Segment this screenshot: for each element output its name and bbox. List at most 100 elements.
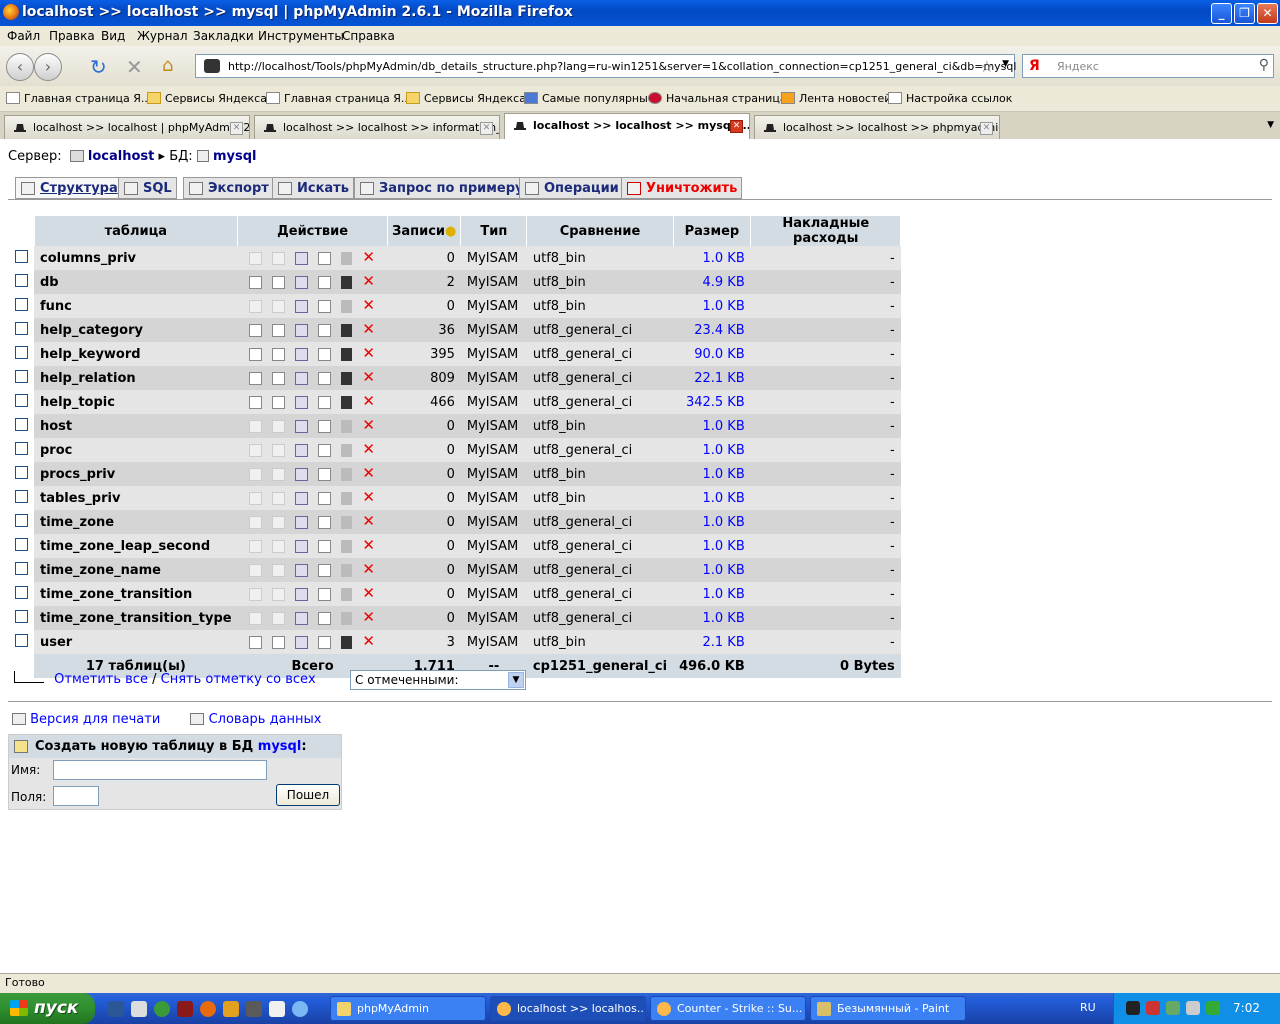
row-checkbox[interactable] [14,609,28,623]
drop-icon[interactable]: ✕ [362,298,376,314]
browse-icon[interactable] [248,491,262,505]
insert-icon[interactable] [317,275,331,289]
language-indicator[interactable]: RU [1080,1001,1096,1014]
drop-icon[interactable]: ✕ [362,274,376,290]
menu-help[interactable]: Справка [342,29,395,43]
structure-icon[interactable] [294,419,308,433]
browser-tab[interactable]: localhost >> localhost | phpMyAdmin 2...… [4,115,250,139]
bookmark-item[interactable]: Начальная страница [648,92,787,105]
browse-icon[interactable] [248,515,262,529]
size-link[interactable]: 1.0 KB [673,582,751,606]
drop-icon[interactable]: ✕ [362,370,376,386]
row-checkbox[interactable] [14,417,28,431]
insert-icon[interactable] [317,587,331,601]
insert-icon[interactable] [317,419,331,433]
row-checkbox[interactable] [14,297,28,311]
row-checkbox-cell[interactable] [8,294,34,318]
insert-icon[interactable] [317,347,331,361]
select-icon[interactable] [271,539,285,553]
insert-icon[interactable] [317,299,331,313]
insert-icon[interactable] [317,467,331,481]
tab-list-icon[interactable]: ▼ [1267,120,1274,130]
select-icon[interactable] [271,443,285,457]
menu-bookmarks[interactable]: Закладки [193,29,254,43]
dropdown-arrow-icon[interactable]: ▼ [1002,59,1009,69]
drop-icon[interactable]: ✕ [362,322,376,338]
size-link[interactable]: 1.0 KB [673,438,751,462]
row-checkbox[interactable] [14,465,28,479]
browser-tab[interactable]: localhost >> localhost >> information_..… [254,115,500,139]
bookmark-item[interactable]: Лента новостей [781,92,891,105]
row-checkbox[interactable] [14,345,28,359]
db-link[interactable]: mysql [213,149,257,164]
insert-icon[interactable] [317,395,331,409]
empty-icon[interactable] [340,515,352,529]
browse-icon[interactable] [248,443,262,457]
structure-icon[interactable] [294,371,308,385]
globe-icon[interactable] [154,1001,170,1017]
browse-icon[interactable] [248,587,262,601]
go-button[interactable]: Пошел [276,784,340,806]
row-checkbox[interactable] [14,561,28,575]
drop-icon[interactable]: ✕ [362,586,376,602]
search-icon[interactable]: ⚲ [1259,57,1269,73]
row-checkbox[interactable] [14,633,28,647]
select-icon[interactable] [271,299,285,313]
table-name-input[interactable] [53,760,267,780]
size-link[interactable]: 1.0 KB [673,606,751,630]
browse-icon[interactable] [248,395,262,409]
tab-close-icon[interactable]: ✕ [980,122,993,135]
structure-icon[interactable] [294,491,308,505]
chevron-down-icon[interactable]: ▼ [508,672,524,688]
empty-icon[interactable] [340,467,352,481]
drop-icon[interactable]: ✕ [362,394,376,410]
uncheck-all-link[interactable]: Снять отметку со всех [161,672,316,687]
size-link[interactable]: 90.0 KB [673,342,751,366]
task-counter-strike[interactable]: Counter - Strike :: Su... [650,996,806,1021]
word-icon[interactable] [108,1001,124,1017]
structure-icon[interactable] [294,467,308,481]
structure-icon[interactable] [294,443,308,457]
size-link[interactable]: 1.0 KB [673,558,751,582]
row-checkbox[interactable] [14,441,28,455]
empty-icon[interactable] [340,419,352,433]
row-checkbox[interactable] [14,537,28,551]
row-checkbox[interactable] [14,513,28,527]
size-link[interactable]: 1.0 KB [673,414,751,438]
browse-icon[interactable] [248,347,262,361]
create-table-db[interactable]: mysql [258,739,302,754]
structure-icon[interactable] [294,635,308,649]
print-view-link[interactable]: Версия для печати [30,712,160,727]
select-icon[interactable] [271,611,285,625]
browser-tab-active[interactable]: localhost >> localhost >> mysql ... ✕ [504,113,750,139]
tab-export[interactable]: Экспорт [183,177,274,199]
insert-icon[interactable] [317,611,331,625]
drop-icon[interactable]: ✕ [362,490,376,506]
structure-icon[interactable] [294,587,308,601]
messenger-icon[interactable] [292,1001,308,1017]
row-checkbox[interactable] [14,489,28,503]
structure-icon[interactable] [294,611,308,625]
size-link[interactable]: 4.9 KB [673,270,751,294]
yandex-icon[interactable]: Я [1029,58,1040,74]
row-checkbox-cell[interactable] [8,414,34,438]
size-link[interactable]: 1.0 KB [673,462,751,486]
drop-icon[interactable]: ✕ [362,442,376,458]
empty-icon[interactable] [340,347,352,361]
menu-tools[interactable]: Инструменты [258,29,344,43]
menu-edit[interactable]: Правка [49,29,95,43]
empty-icon[interactable] [340,491,352,505]
empty-icon[interactable] [340,371,352,385]
tray-icon[interactable] [1146,1001,1160,1015]
size-link[interactable]: 1.0 KB [673,246,751,270]
row-checkbox-cell[interactable] [8,462,34,486]
size-link[interactable]: 1.0 KB [673,510,751,534]
row-checkbox[interactable] [14,249,28,263]
empty-icon[interactable] [340,299,352,313]
select-icon[interactable] [271,587,285,601]
row-checkbox[interactable] [14,393,28,407]
reload-icon[interactable]: ↻ [90,55,107,79]
menu-view[interactable]: Вид [101,29,125,43]
drop-icon[interactable]: ✕ [362,538,376,554]
insert-icon[interactable] [317,491,331,505]
